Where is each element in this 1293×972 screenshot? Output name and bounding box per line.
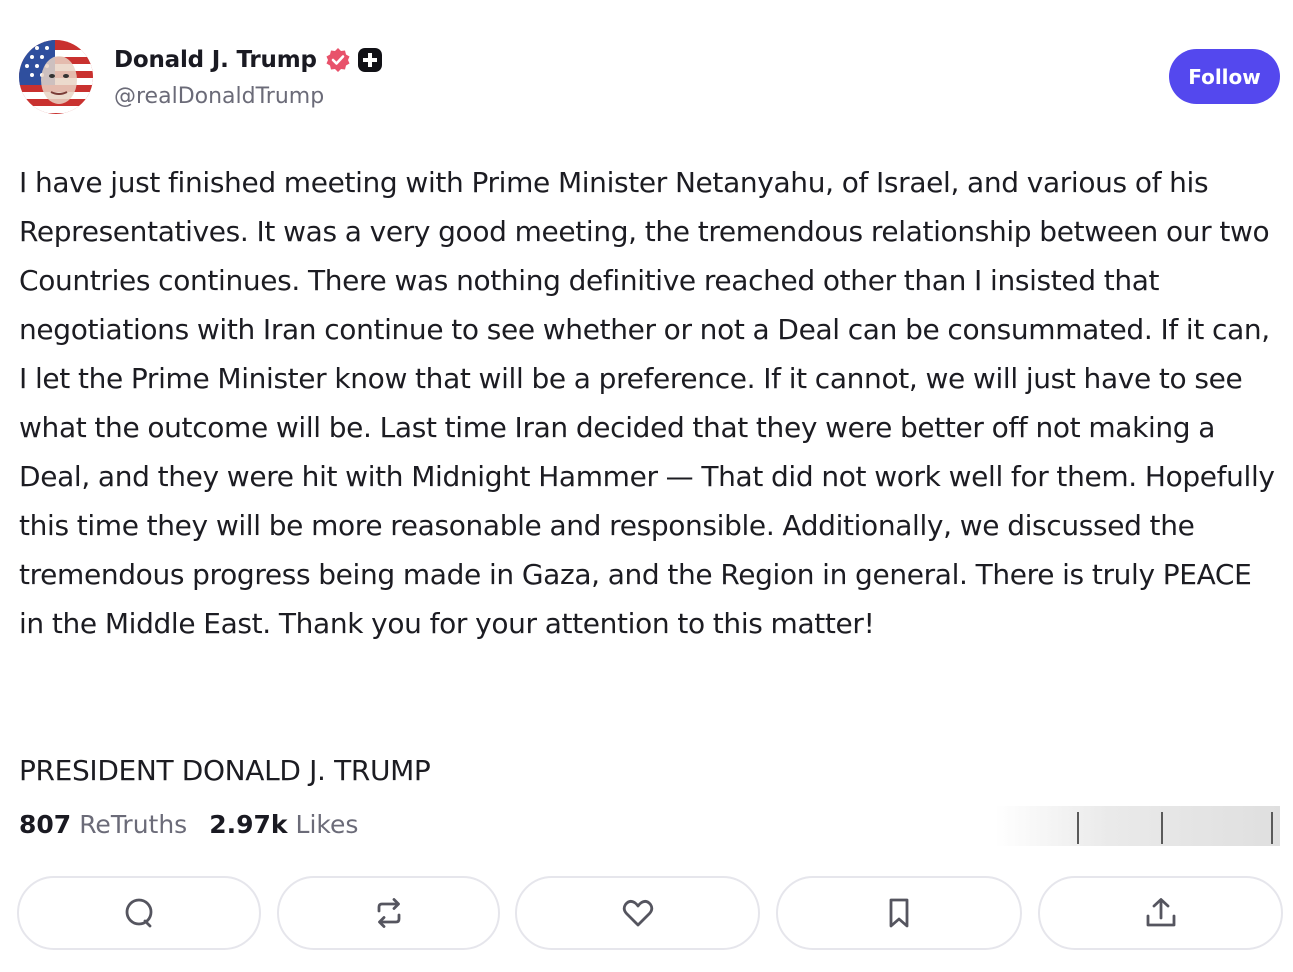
post-text: I have just finished meeting with Prime … [19, 166, 1275, 640]
likes-count[interactable]: 2.97k [209, 810, 287, 839]
retruth-button[interactable] [277, 876, 500, 950]
user-handle[interactable]: @realDonaldTrump [114, 84, 324, 109]
action-bar [17, 876, 1283, 952]
retruths-count[interactable]: 807 [19, 810, 71, 839]
retruths-label[interactable]: ReTruths [79, 810, 187, 839]
post-header: Donald J. Trump @realDonaldTrump Follow [19, 40, 1281, 116]
bookmark-icon [889, 898, 909, 928]
speech-bubble-icon [125, 898, 153, 928]
post-stats: 807 ReTruths 2.97k Likes [19, 810, 358, 839]
like-button[interactable] [515, 876, 760, 950]
post-signature: PRESIDENT DONALD J. TRUMP [19, 754, 431, 787]
repost-arrows-icon [377, 898, 400, 928]
media-scrubber [995, 806, 1280, 846]
avatar[interactable] [19, 40, 93, 114]
plus-badge-icon [357, 48, 382, 72]
likes-label[interactable]: Likes [296, 810, 359, 839]
share-upload-icon [1146, 898, 1175, 927]
verified-badge-icon [326, 48, 350, 72]
name-row: Donald J. Trump [114, 44, 383, 76]
bookmark-button[interactable] [776, 876, 1022, 950]
share-button[interactable] [1038, 876, 1283, 950]
display-name[interactable]: Donald J. Trump [114, 47, 317, 73]
heart-icon [622, 899, 653, 927]
follow-button[interactable]: Follow [1169, 49, 1280, 104]
reply-button[interactable] [17, 876, 261, 950]
